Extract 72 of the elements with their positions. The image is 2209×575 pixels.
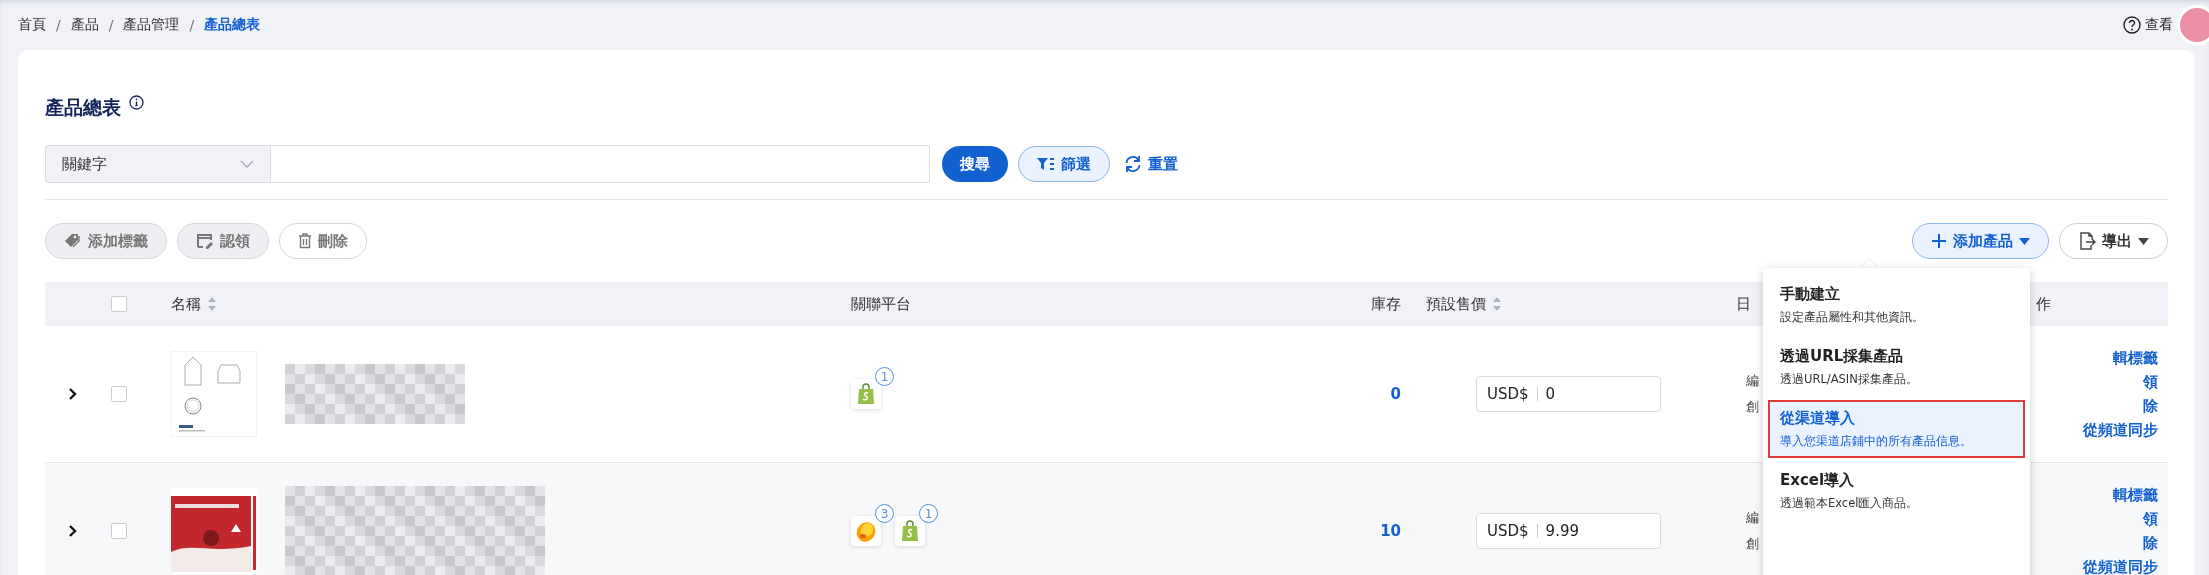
edit-card-icon: [196, 233, 214, 249]
shopping-bag-icon: [900, 520, 920, 542]
caret-icon: [2019, 237, 2030, 245]
search-button[interactable]: 搜尋: [942, 146, 1008, 182]
egg-icon: [855, 519, 877, 543]
column-header: 預設售價: [1426, 294, 1486, 314]
platform-tile[interactable]: [895, 516, 925, 546]
price-field[interactable]: USD$ 0: [1476, 376, 1661, 412]
field-select[interactable]: 關鍵字: [45, 145, 271, 183]
expand-chevron-icon[interactable]: [68, 387, 78, 401]
action-link[interactable]: 輯標籤: [2113, 485, 2158, 505]
menu-item[interactable]: 手動建立 設定產品屬性和其他資訊。: [1768, 276, 2025, 334]
action-link[interactable]: 輯標籤: [2113, 348, 2158, 368]
breadcrumb-separator: /: [189, 17, 195, 33]
checkbox[interactable]: [111, 386, 127, 402]
date-text: 創: [1746, 398, 1759, 416]
sort-icon[interactable]: [207, 296, 217, 312]
column-header: 庫存: [1371, 294, 1401, 314]
breadcrumb-link[interactable]: 首頁: [18, 16, 46, 34]
avatar[interactable]: [2177, 5, 2209, 45]
trash-icon: [298, 233, 312, 249]
date-text: 編: [1746, 509, 1759, 527]
search-input[interactable]: [271, 145, 930, 183]
count-badge: 1: [919, 504, 938, 523]
action-link[interactable]: 從頻道同步: [2083, 557, 2158, 575]
refresh-icon: [1124, 155, 1142, 173]
breadcrumb-link[interactable]: 產品: [70, 16, 99, 34]
help-link[interactable]: 查看: [2145, 16, 2173, 34]
platform-tile[interactable]: [851, 379, 881, 409]
menu-item[interactable]: 從渠道導入 導入您渠道店鋪中的所有產品信息。: [1768, 400, 2025, 458]
date-text: 編: [1746, 372, 1759, 390]
tag-icon: [64, 233, 82, 249]
breadcrumb-link[interactable]: 產品管理: [123, 16, 180, 34]
date-text: 創: [1746, 535, 1759, 553]
add-product-button[interactable]: 添加產品: [1912, 223, 2049, 259]
shopping-bag-icon: [856, 383, 876, 405]
info-icon[interactable]: [129, 95, 144, 110]
reset-button[interactable]: 重置: [1120, 146, 1182, 182]
action-link[interactable]: 領: [2143, 509, 2158, 529]
breadcrumb-separator: /: [56, 17, 61, 33]
platform-tile[interactable]: [851, 516, 881, 546]
breadcrumb-link[interactable]: 產品總表: [204, 16, 261, 34]
filter-button[interactable]: 篩選: [1018, 146, 1110, 182]
menu-item[interactable]: Excel導入 透過範本Excel匯入商品。: [1768, 462, 2025, 520]
stock-count[interactable]: 0: [1321, 385, 1401, 403]
action-link[interactable]: 領: [2143, 372, 2158, 392]
column-header: 日: [1736, 294, 1751, 314]
stock-count[interactable]: 10: [1321, 522, 1401, 540]
chevron-down-icon: [240, 159, 254, 169]
action-link[interactable]: 除: [2143, 396, 2158, 416]
count-badge: 3: [875, 504, 894, 523]
count-badge: 1: [875, 367, 894, 386]
checkbox[interactable]: [111, 523, 127, 539]
filter-icon: [1037, 157, 1055, 171]
action-link[interactable]: 除: [2143, 533, 2158, 553]
caret-icon: [2138, 237, 2149, 245]
page-title: 產品總表: [45, 95, 121, 120]
breadcrumb-separator: /: [108, 17, 114, 33]
export-button[interactable]: 導出: [2059, 223, 2168, 259]
plus-icon: [1931, 233, 1947, 249]
column-header: 關聯平台: [851, 294, 911, 314]
help-icon[interactable]: [2123, 16, 2141, 34]
column-header: 名稱: [171, 294, 201, 314]
trash-button[interactable]: 刪除: [279, 223, 367, 259]
column-header: 作: [2036, 294, 2051, 314]
expand-chevron-icon[interactable]: [68, 524, 78, 538]
sort-icon[interactable]: [1492, 296, 1502, 312]
menu-item[interactable]: 透過URL採集產品 透過URL/ASIN採集產品。: [1768, 338, 2025, 396]
action-link[interactable]: 從頻道同步: [2083, 420, 2158, 440]
export-icon: [2078, 232, 2096, 250]
price-field[interactable]: USD$ 9.99: [1476, 513, 1661, 549]
checkbox[interactable]: [111, 296, 127, 312]
